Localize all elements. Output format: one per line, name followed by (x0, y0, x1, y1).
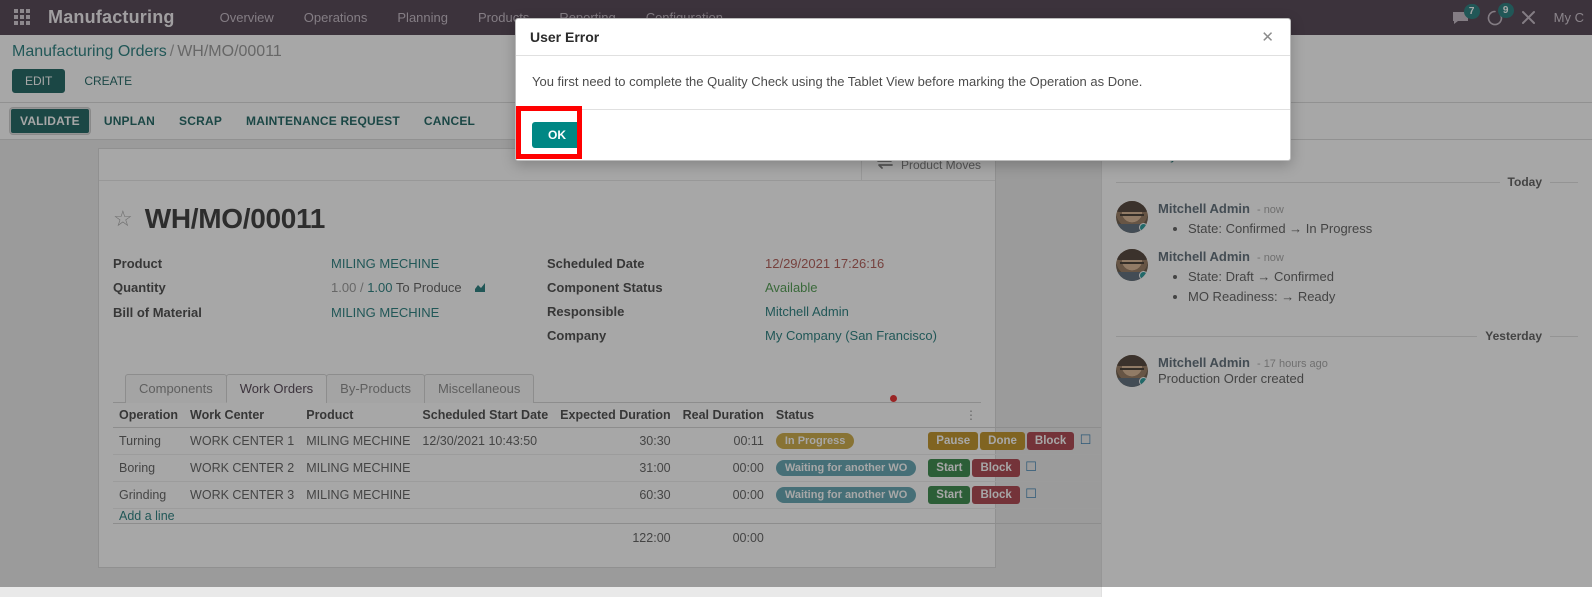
dialog-title: User Error (530, 29, 599, 45)
dialog-body: You first need to complete the Quality C… (516, 56, 1290, 110)
close-icon[interactable]: ✕ (1259, 30, 1276, 45)
dialog-header: User Error ✕ (516, 19, 1290, 56)
ok-button[interactable]: OK (532, 122, 582, 148)
user-error-dialog: User Error ✕ You first need to complete … (515, 18, 1291, 161)
dialog-footer: OK (516, 110, 1290, 160)
